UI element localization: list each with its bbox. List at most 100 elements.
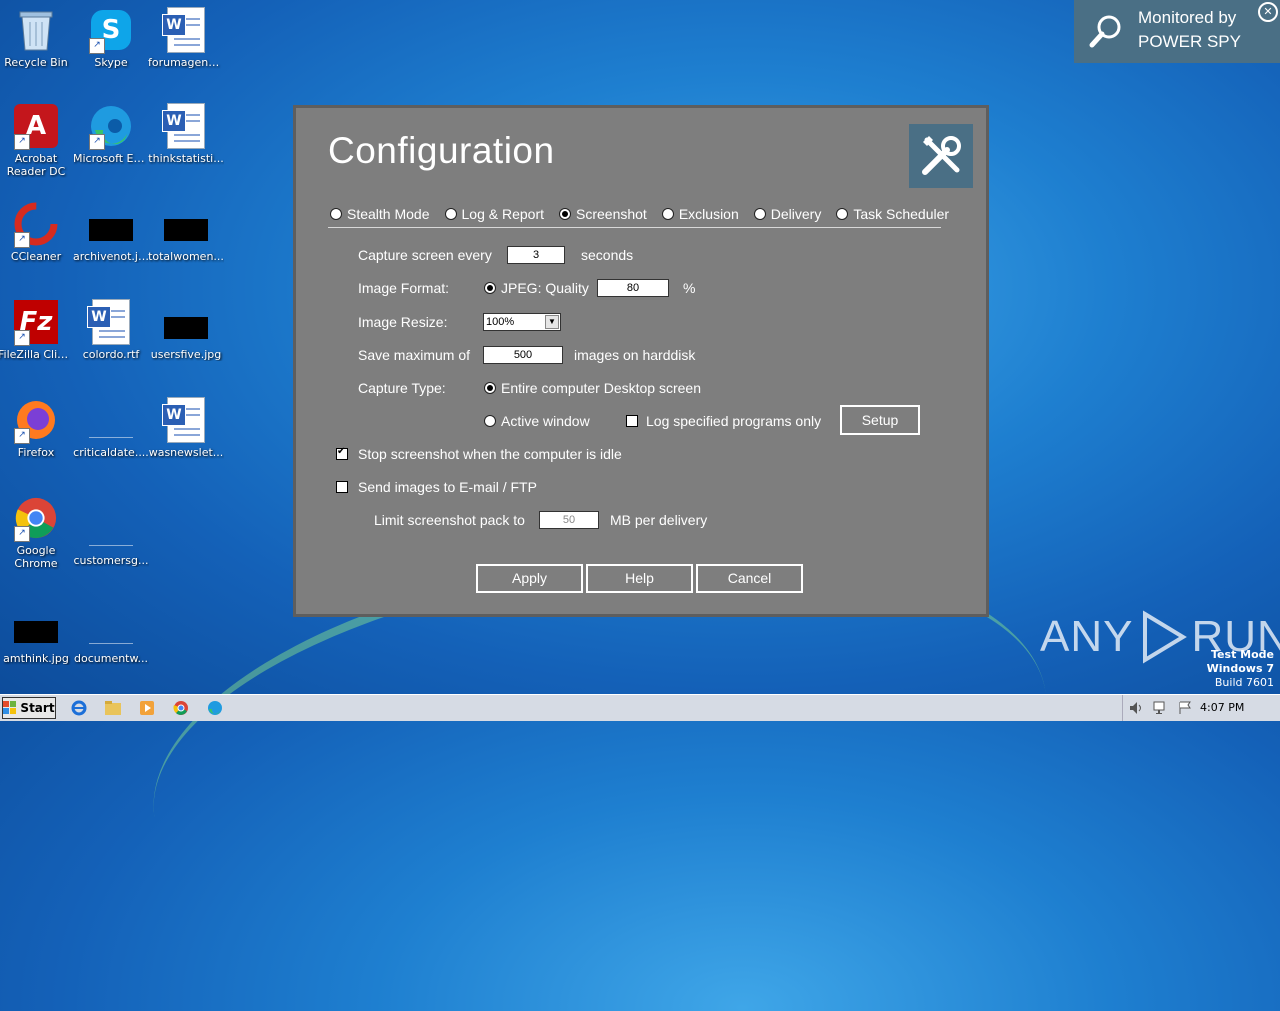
desktop-icon-totalwomen[interactable]: totalwomen... [148,202,224,263]
jpeg-quality-input[interactable] [597,279,669,297]
ccleaner-icon: ↗ [14,202,58,248]
shortcut-arrow-icon: ↗ [14,232,30,248]
desktop-icon-firefox[interactable]: ↗ Firefox [0,398,74,459]
checkbox-checked-icon [336,446,348,460]
checkbox-icon [336,481,348,493]
radio-selected-icon [484,282,496,294]
radio-icon [484,415,496,427]
blank-file-icon [89,506,133,550]
jpeg-quality-option[interactable]: JPEG: Quality [484,280,589,296]
tab-exclusion[interactable]: Exclusion [661,206,739,222]
desktop-icon-acrobat[interactable]: A ↗ Acrobat Reader DC [0,104,74,178]
desktop-icon-criticaldate[interactable]: criticaldate.... [73,398,149,459]
tab-stealth-mode[interactable]: Stealth Mode [330,206,430,222]
chrome-icon: ↗ [14,496,58,542]
mb-per-delivery-label: MB per delivery [610,512,708,528]
percent-label: % [683,280,696,296]
tab-screenshot[interactable]: Screenshot [559,206,647,222]
radio-selected-icon [559,208,571,220]
desktop-icon-skype[interactable]: S ↗ Skype [73,8,149,69]
capture-entire-screen-option[interactable]: Entire computer Desktop screen [484,380,701,396]
limit-pack-input[interactable] [539,511,599,529]
firefox-icon: ↗ [14,398,58,444]
close-icon[interactable]: ✕ [1258,2,1278,22]
checkbox-icon [626,415,638,427]
desktop-icon-colordo[interactable]: W colordo.rtf [73,299,149,361]
desktop-icon-filezilla[interactable]: Fz ↗ FileZilla Client [0,300,74,361]
help-button[interactable]: Help [586,564,693,593]
explorer-folder-icon[interactable] [104,699,122,717]
desktop-icon-amthink[interactable]: amthink.jpg [0,604,74,665]
desktop-icon-documentw[interactable]: documentw... [73,604,149,665]
desktop-icon-chrome[interactable]: ↗ Google Chrome [0,496,74,570]
radio-icon [444,208,457,220]
taskbar-clock[interactable]: 4:07 PM [1200,701,1244,714]
tab-divider [328,227,941,228]
monitor-banner: Monitored by POWER SPY ✕ [1074,0,1280,63]
start-button[interactable]: Start [2,697,56,719]
desktop-icon-thinkstatisti[interactable]: W thinkstatisti... [148,103,224,165]
image-file-icon [14,604,58,648]
skype-icon: S ↗ [89,8,133,54]
send-images-option[interactable]: Send images to E-mail / FTP [336,479,537,495]
recycle-bin-icon [14,8,58,52]
chevron-down-icon[interactable]: ▼ [545,315,559,329]
network-icon[interactable] [1152,699,1170,717]
configuration-dialog: Configuration Stealth Mode Log & Report … [293,105,989,617]
tab-delivery[interactable]: Delivery [753,206,821,222]
radio-icon [661,208,674,220]
action-center-flag-icon[interactable] [1176,699,1194,717]
image-resize-label: Image Resize: [358,314,448,330]
monitor-line2: POWER SPY [1138,32,1241,51]
tab-log-report[interactable]: Log & Report [444,206,544,222]
tab-task-scheduler[interactable]: Task Scheduler [836,206,949,222]
images-on-harddisk-label: images on harddisk [574,347,696,363]
seconds-label: seconds [581,247,634,263]
windows-logo-icon [3,701,17,714]
desktop-icon-archivenot[interactable]: archivenot.jpg [73,202,149,263]
volume-icon[interactable] [1128,699,1146,717]
word-document-icon: W [162,7,208,53]
tab-bar: Stealth Mode Log & Report Screenshot Exc… [330,206,964,222]
radio-icon [330,208,342,220]
media-player-icon[interactable] [138,699,156,717]
magnifier-icon [1089,15,1121,48]
radio-icon [753,208,766,220]
desktop-icon-edge[interactable]: ↗ Microsoft Edge [73,104,149,165]
desktop-icon-ccleaner[interactable]: ↗ CCleaner [0,202,74,263]
filezilla-icon: Fz ↗ [14,300,58,346]
cancel-button[interactable]: Cancel [696,564,803,593]
desktop-icon-recycle-bin[interactable]: Recycle Bin [0,8,74,69]
radio-selected-icon [484,382,496,394]
taskbar: Start 4:07 PM [0,694,1280,721]
ie-icon[interactable] [70,699,88,717]
log-programs-option[interactable]: Log specified programs only [626,413,821,429]
shortcut-arrow-icon: ↗ [14,330,30,346]
chrome-taskbar-icon[interactable] [172,699,190,717]
shortcut-arrow-icon: ↗ [14,428,30,444]
desktop-icon-customersg[interactable]: customersg... [73,506,149,567]
apply-button[interactable]: Apply [476,564,583,593]
capture-interval-input[interactable] [507,246,565,264]
setup-button[interactable]: Setup [840,405,920,435]
blank-file-icon [89,398,133,442]
dialog-title: Configuration [328,130,555,171]
stop-idle-option[interactable]: Stop screenshot when the computer is idl… [336,446,622,462]
monitor-line1: Monitored by [1138,8,1237,27]
desktop-icon-forumagenc[interactable]: W forumagenc... [148,7,224,69]
edge-icon: ↗ [89,104,133,150]
capture-every-row: Capture screen every [358,247,492,263]
image-resize-select[interactable]: 100% ▼ [483,313,561,331]
save-max-label: Save maximum of [358,347,471,363]
play-logo-icon [1143,610,1188,664]
word-document-icon: W [87,299,133,345]
capture-active-window-option[interactable]: Active window [484,413,590,429]
image-format-label: Image Format: [358,280,450,296]
edge-taskbar-icon[interactable] [206,699,224,717]
shortcut-arrow-icon: ↗ [14,526,30,542]
save-max-input[interactable] [483,346,563,364]
word-document-icon: W [162,397,208,443]
radio-icon [836,208,849,220]
desktop-icon-usersfive[interactable]: usersfive.jpg [148,300,224,361]
desktop-icon-wasnewslet[interactable]: W wasnewslet... [148,397,224,459]
